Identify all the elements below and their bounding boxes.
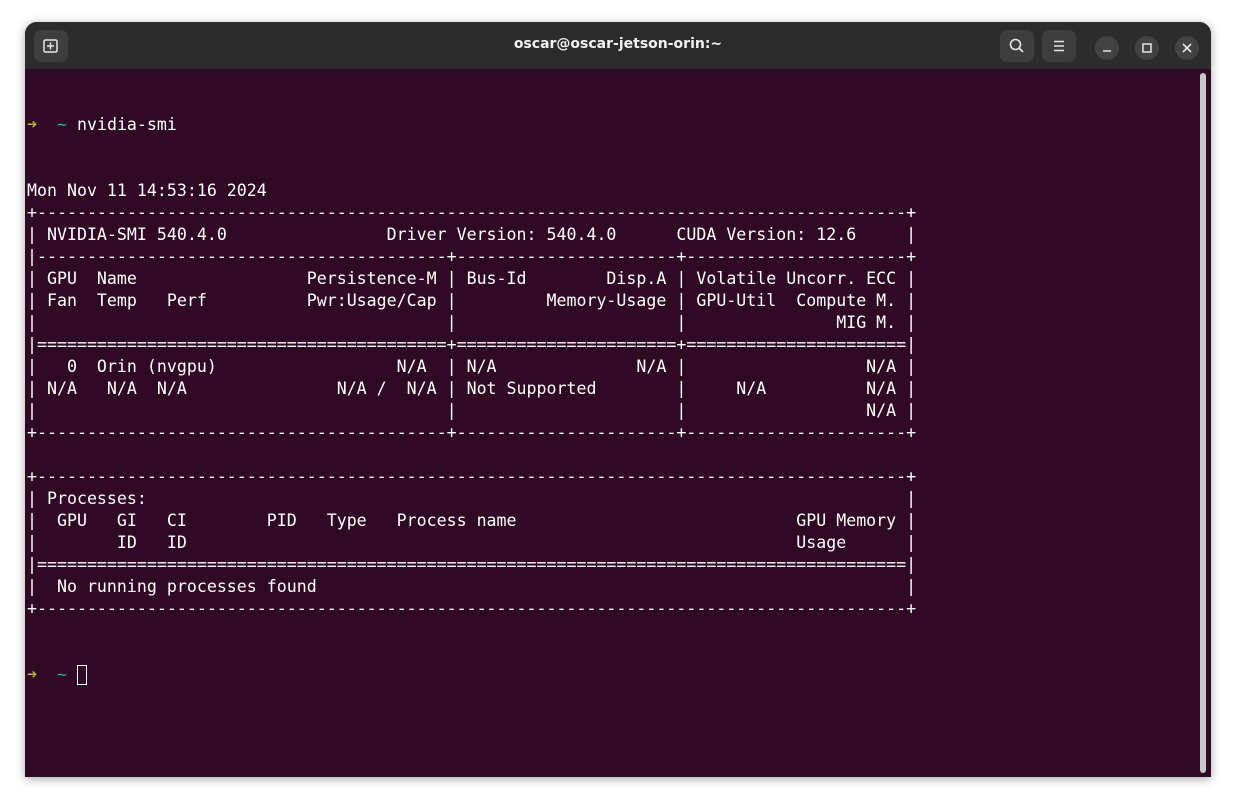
maximize-icon: [1142, 43, 1152, 53]
minimize-icon: [1103, 50, 1111, 52]
prompt-cwd: ~: [56, 115, 67, 134]
prompt-arrow: ➜: [27, 665, 37, 684]
command-text: nvidia-smi: [76, 115, 177, 134]
output-line: +---------------------------------------…: [27, 467, 917, 486]
active-prompt-line: ➜ ~: [27, 664, 916, 686]
command-line: ➜ ~ nvidia-smi: [27, 114, 916, 136]
output-line: | ID ID Usage |: [27, 533, 917, 552]
close-button[interactable]: [1175, 36, 1199, 60]
output-line: | NVIDIA-SMI 540.4.0 Driver Version: 540…: [27, 225, 917, 244]
terminal-output[interactable]: ➜ ~ nvidia-smi Mon Nov 11 14:53:16 2024 +…: [27, 70, 916, 730]
titlebar: oscar@oscar-jetson-orin:~: [25, 22, 1211, 69]
prompt-cwd: ~: [56, 665, 67, 684]
search-icon: [1009, 38, 1024, 53]
maximize-button[interactable]: [1135, 36, 1159, 60]
output-line: |=======================================…: [27, 335, 917, 354]
search-button[interactable]: [1000, 30, 1034, 62]
output-line: | | | N/A |: [27, 401, 917, 420]
output-line: +---------------------------------------…: [27, 423, 917, 442]
output-line: | 0 Orin (nvgpu) N/A | N/A N/A | N/A |: [27, 357, 917, 376]
hamburger-menu-icon: [1054, 40, 1064, 52]
output-line: | N/A N/A N/A N/A / N/A | Not Supported …: [27, 379, 917, 398]
terminal-window: oscar@oscar-jetson-orin:~ ➜ ~ nvidia-smi…: [25, 22, 1211, 777]
close-icon: [1182, 43, 1192, 53]
scrollbar[interactable]: [1200, 73, 1206, 773]
output-line: | GPU GI CI PID Type Process name GPU Me…: [27, 511, 917, 530]
output-line: | No running processes found |: [27, 577, 917, 596]
output-line: |---------------------------------------…: [27, 247, 917, 266]
output-line: +---------------------------------------…: [27, 203, 917, 222]
prompt-arrow: ➜: [27, 115, 37, 134]
output-line: | Processes: |: [27, 489, 917, 508]
output-line: | Fan Temp Perf Pwr:Usage/Cap | Memory-U…: [27, 291, 917, 310]
nvidia-smi-output: Mon Nov 11 14:53:16 2024 +---------------…: [27, 180, 916, 620]
minimize-button[interactable]: [1095, 36, 1119, 60]
menu-button[interactable]: [1042, 30, 1076, 62]
output-line: | GPU Name Persistence-M | Bus-Id Disp.A…: [27, 269, 917, 288]
text-cursor: [76, 665, 87, 685]
output-line: +---------------------------------------…: [27, 599, 917, 618]
output-line: | | | MIG M. |: [27, 313, 917, 332]
output-line: Mon Nov 11 14:53:16 2024: [27, 181, 267, 200]
output-line: |=======================================…: [27, 555, 917, 574]
